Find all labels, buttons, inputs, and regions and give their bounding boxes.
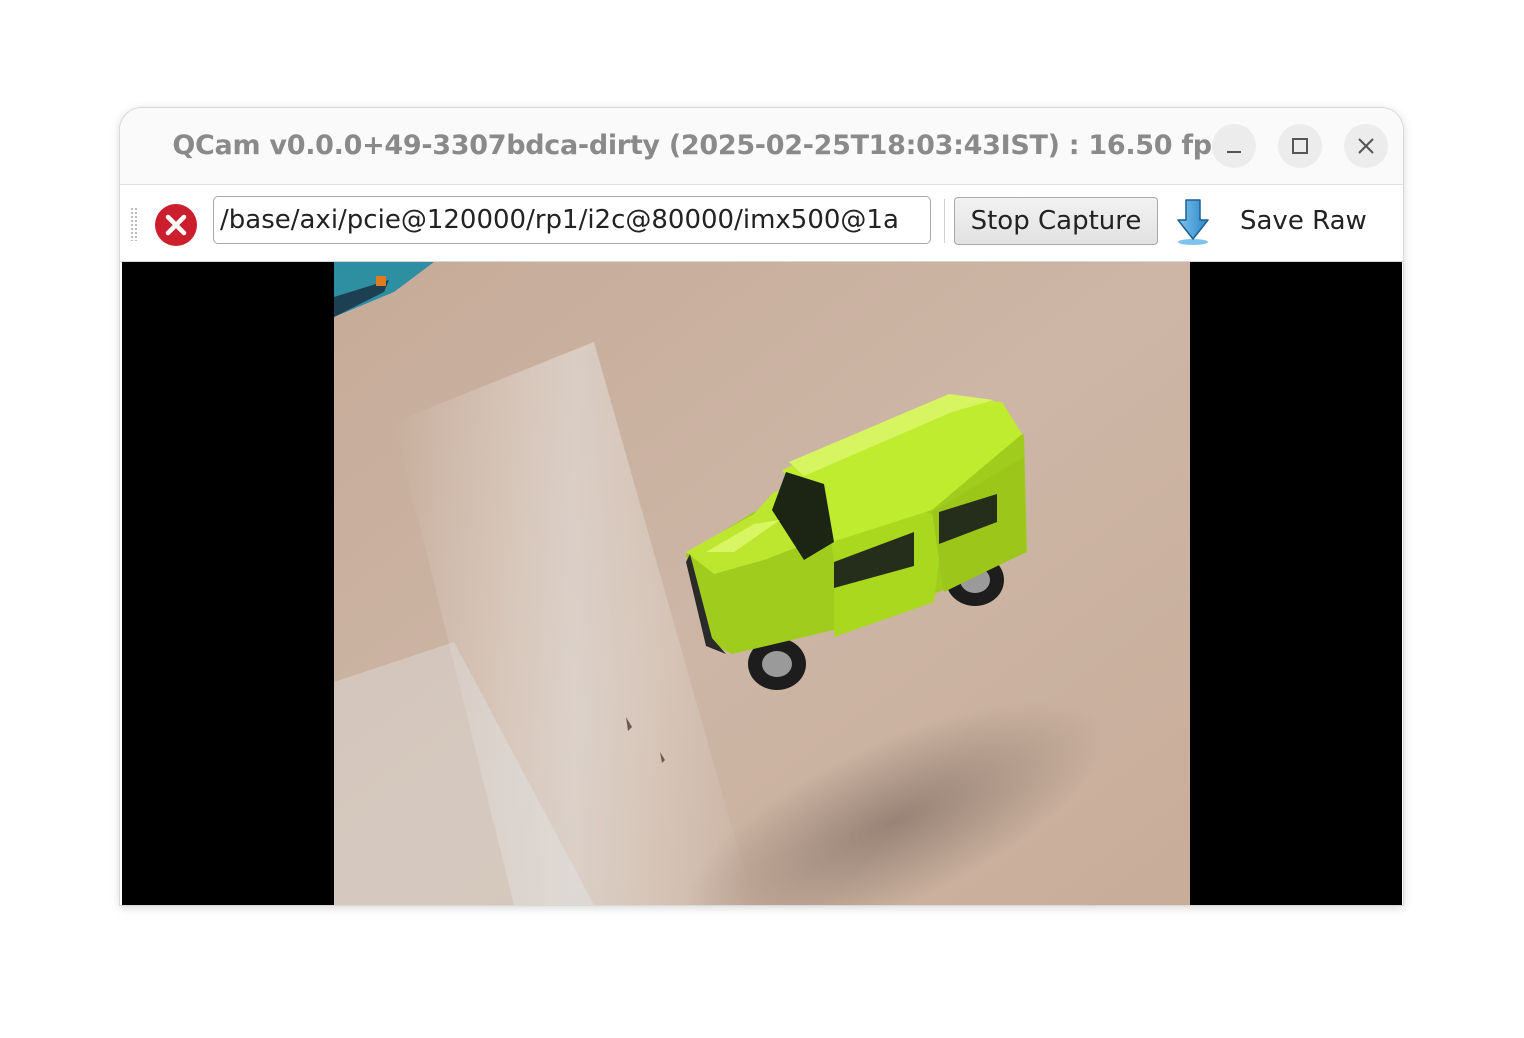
stop-circle-icon[interactable] [154,203,198,247]
corner-object-tag [376,276,386,286]
close-button[interactable] [1344,124,1388,168]
camera-path-input[interactable] [214,197,930,243]
qcam-window: QCam v0.0.0+49-3307bdca-dirty (2025-02-2… [120,108,1403,905]
title-bar[interactable]: QCam v0.0.0+49-3307bdca-dirty (2025-02-2… [120,108,1403,185]
toolbar-grip-handle[interactable] [130,207,138,241]
camera-viewport [122,262,1402,905]
toolbar-separator [944,199,945,243]
stop-capture-button[interactable]: Stop Capture [954,197,1158,245]
window-title: QCam v0.0.0+49-3307bdca-dirty (2025-02-2… [172,130,1228,161]
minimize-icon [1227,151,1241,153]
toolbar: Stop Capture Save Raw [120,185,1403,262]
maximize-button[interactable] [1278,124,1322,168]
close-icon [1358,138,1374,154]
maximize-icon [1292,138,1308,154]
download-arrow-icon[interactable] [1173,198,1213,246]
save-raw-button[interactable]: Save Raw [1240,197,1367,245]
minimize-button[interactable] [1212,124,1256,168]
camera-path-field[interactable] [213,196,931,244]
camera-preview-frame [334,262,1190,905]
